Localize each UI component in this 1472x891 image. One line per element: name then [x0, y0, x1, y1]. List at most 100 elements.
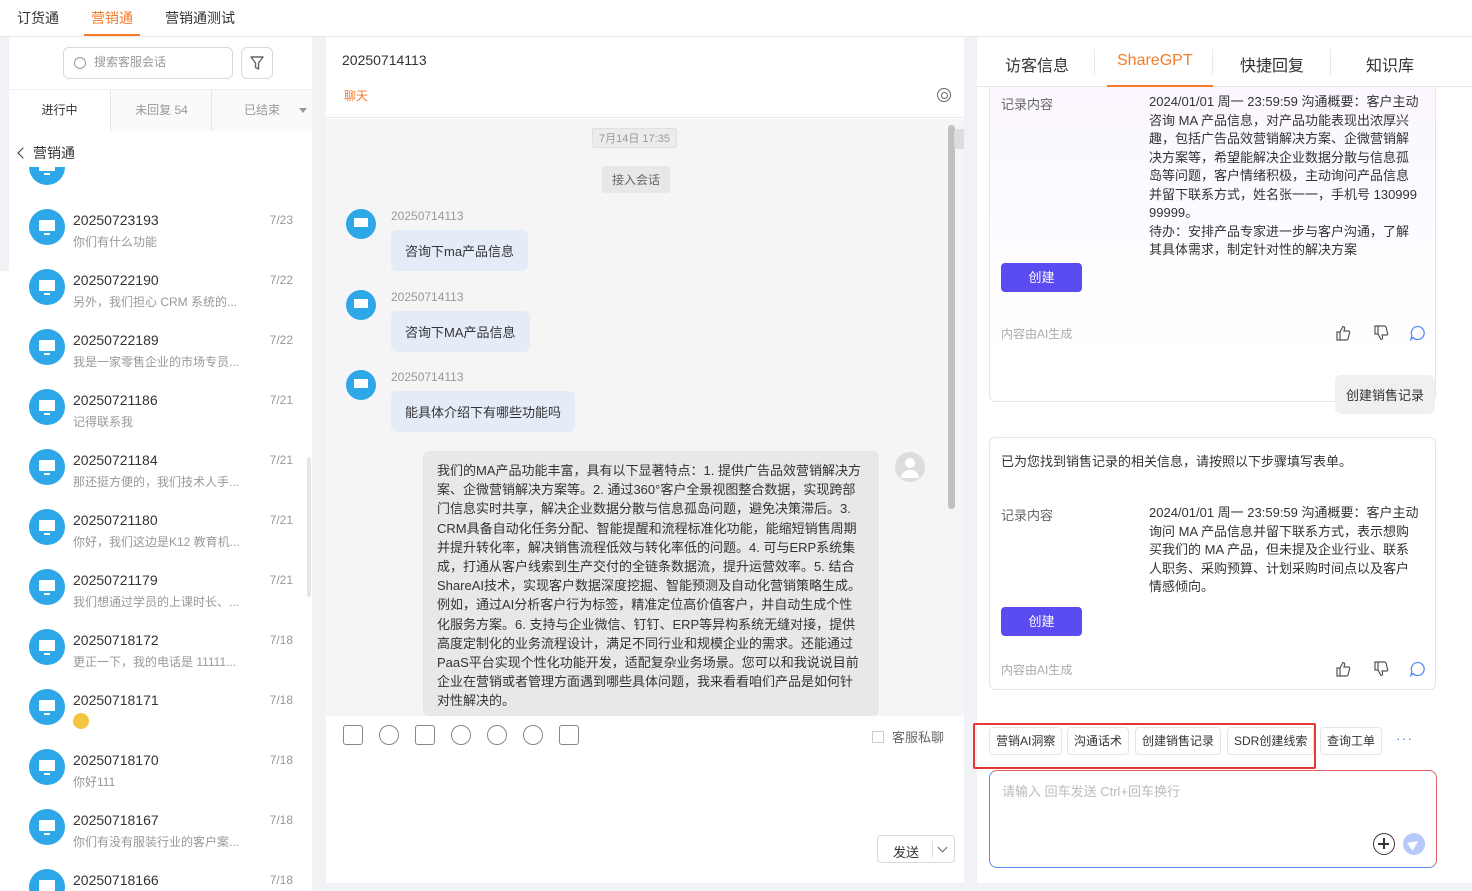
customer-avatar [346, 370, 376, 400]
list-item[interactable]: 20250721179 7/21 我们想通过学员的上课时长、... [9, 560, 305, 620]
list-item[interactable]: 20250718166 7/18 [9, 860, 305, 891]
attachment-icon[interactable] [379, 725, 399, 745]
conversation-sidebar: 进行中 未回复 54 已结束 营销通 好好 20250723193 7/23 你们有… [9, 37, 312, 891]
chevron-left-icon [17, 147, 29, 159]
chevron-down-icon[interactable] [937, 842, 948, 853]
item-preview: 你好，我们这边是K12 教育机... [73, 535, 240, 549]
conversation-list: 好好 20250723193 7/23 你们有什么功能 20250722190 7/22… [9, 167, 305, 891]
item-date: 7/18 [269, 753, 293, 767]
send-icon[interactable] [1403, 833, 1425, 855]
chat-scrollbar[interactable] [948, 125, 955, 509]
send-button[interactable]: 发送 [877, 835, 955, 863]
history-icon[interactable] [523, 725, 543, 745]
list-item[interactable]: 20250721186 7/21 记得联系我 [9, 380, 305, 440]
item-title: 20250718170 [73, 752, 159, 768]
tab-chat[interactable]: 聊天 [344, 87, 368, 104]
create-button[interactable]: 创建 [1001, 263, 1082, 292]
list-item[interactable]: 20250718170 7/18 你好111 [9, 740, 305, 800]
thumbs-up-icon[interactable] [1335, 325, 1351, 341]
add-user-icon[interactable] [487, 725, 507, 745]
form-icon[interactable] [559, 725, 579, 745]
value-line: 2024/01/01 周一 23:59:59 沟通概要：客户主动 [1149, 94, 1419, 109]
avatar [29, 389, 65, 425]
divider [932, 841, 933, 857]
assistant-input[interactable] [1002, 781, 1422, 831]
avatar [29, 869, 65, 891]
field-value: 2024/01/01 周一 23:59:59 沟通概要：客户主动 询问 MA 产… [1149, 504, 1429, 597]
tab-unreplied[interactable]: 未回复 54 [111, 90, 212, 131]
collapse-handle[interactable] [954, 129, 964, 149]
send-label: 发送 [893, 845, 920, 860]
add-icon[interactable] [1373, 833, 1395, 855]
card-heading: 已为您找到销售记录的相关信息，请按照以下步骤填写表单。 [1001, 454, 1353, 469]
list-item[interactable]: 好好 [9, 167, 305, 200]
breadcrumb-label: 营销通 [33, 145, 75, 161]
item-date: 7/18 [269, 633, 293, 647]
filter-button[interactable] [241, 47, 273, 79]
item-title: 20250722190 [73, 272, 159, 288]
item-date: 7/22 [269, 333, 293, 347]
divider [1212, 49, 1213, 75]
quick-query-ticket[interactable]: 查询工单 [1320, 727, 1383, 755]
list-item[interactable]: 20250721184 7/21 那还挺方便的，我们技术人手... [9, 440, 305, 500]
item-date: 7/21 [269, 393, 293, 407]
avatar [29, 689, 65, 725]
settings-icon[interactable] [937, 88, 951, 102]
thumbs-down-icon[interactable] [1373, 661, 1389, 677]
create-button[interactable]: 创建 [1001, 607, 1082, 636]
value-line: 咨询 MA 产品信息，对产品功能表现出浓厚兴 [1149, 112, 1410, 128]
tab-quick-reply[interactable]: 快捷回复 [1240, 52, 1304, 76]
breadcrumb[interactable]: 营销通 [17, 143, 75, 163]
private-chat-label: 客服私聊 [892, 730, 945, 745]
thumbs-up-icon[interactable] [1335, 661, 1351, 677]
emoji-icon[interactable] [451, 725, 471, 745]
private-chat-toggle[interactable]: 客服私聊 [872, 727, 944, 746]
search-input[interactable] [94, 55, 224, 69]
message-bubble: 能具体介绍下有哪些功能吗 [391, 391, 576, 432]
message-composer[interactable]: 发送 [326, 753, 964, 883]
conversation-title: 20250714113 [342, 52, 427, 68]
list-item[interactable]: 20250718167 7/18 你们有没有服装行业的客户案... [9, 800, 305, 860]
avatar [29, 569, 65, 605]
list-item[interactable]: 20250718171 7/18 [9, 680, 305, 740]
caret-down-icon[interactable] [299, 108, 307, 113]
avatar [29, 167, 65, 185]
tab-sharegpt[interactable]: ShareGPT [1117, 52, 1193, 70]
list-scrollbar[interactable] [307, 457, 311, 597]
item-preview: 你们有没有服装行业的客户案... [73, 835, 240, 849]
filter-icon [250, 56, 264, 70]
search-icon [74, 57, 86, 69]
list-item[interactable]: 20250718172 7/18 更正一下，我的电话是 11111... [9, 620, 305, 680]
chat-bubble-icon[interactable] [1410, 661, 1426, 677]
list-item[interactable]: 20250723193 7/23 你们有什么功能 [9, 200, 305, 260]
search-box[interactable] [63, 47, 233, 79]
tab-in-progress[interactable]: 进行中 [9, 90, 110, 131]
avatar [29, 509, 65, 545]
value-line: 岛等问题，客户情绪积极，主动询问产品信息 [1149, 168, 1410, 183]
thumbs-down-icon[interactable] [1373, 325, 1389, 341]
message-bubble: 咨询下MA产品信息 [391, 311, 530, 352]
list-item[interactable]: 20250722190 7/22 另外，我们担心 CRM 系统的... [9, 260, 305, 320]
top-tab-yingxiaotong[interactable]: 营销通 [91, 8, 133, 28]
chat-bubble-icon[interactable] [1410, 325, 1426, 341]
assistant-input-box[interactable] [989, 770, 1437, 868]
item-preview: 记得联系我 [73, 415, 134, 429]
item-date: 7/21 [269, 453, 293, 467]
screenshot-icon[interactable] [415, 725, 435, 745]
item-title: 20250721186 [73, 392, 158, 408]
item-date: 7/18 [269, 873, 293, 887]
checkbox[interactable] [872, 731, 884, 743]
item-title: 20250718171 [73, 692, 159, 708]
list-item[interactable]: 20250721180 7/21 你好，我们这边是K12 教育机... [9, 500, 305, 560]
tab-ended[interactable]: 已结束 [212, 90, 312, 131]
top-tab-yingxiaotong-test[interactable]: 营销通测试 [165, 8, 235, 28]
list-item[interactable]: 20250722189 7/22 我是一家零售企业的市场专员... [9, 320, 305, 380]
ai-generated-note: 内容由AI生成 [1001, 327, 1073, 341]
top-tab-dinghuotong[interactable]: 订货通 [17, 8, 59, 28]
value-line: 询问 MA 产品信息并留下联系方式，表示想购 [1149, 523, 1410, 539]
image-icon[interactable] [343, 725, 363, 745]
tab-visitor-info[interactable]: 访客信息 [1005, 52, 1069, 76]
more-icon[interactable]: ··· [1396, 730, 1413, 746]
avatar [29, 449, 65, 485]
tab-knowledge-base[interactable]: 知识库 [1366, 52, 1414, 76]
